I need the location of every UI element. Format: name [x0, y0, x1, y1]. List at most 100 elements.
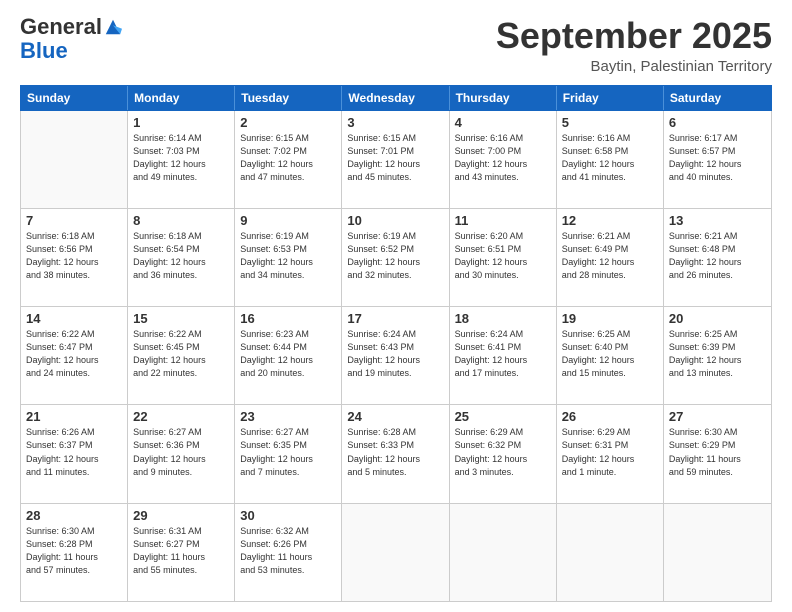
page: General Blue September 2025 Baytin, Pale… [0, 0, 792, 612]
calendar-cell [342, 504, 449, 601]
month-title: September 2025 [496, 16, 772, 56]
calendar-row-0: 1 Sunrise: 6:14 AM Sunset: 7:03 PM Daylig… [21, 111, 771, 209]
calendar-cell: 8 Sunrise: 6:18 AM Sunset: 6:54 PM Daylig… [128, 209, 235, 306]
day-number: 29 [133, 508, 229, 523]
day-info: Sunrise: 6:23 AM Sunset: 6:44 PM Dayligh… [240, 328, 336, 380]
calendar-cell [557, 504, 664, 601]
day-info: Sunrise: 6:30 AM Sunset: 6:28 PM Dayligh… [26, 525, 122, 577]
calendar-cell: 7 Sunrise: 6:18 AM Sunset: 6:56 PM Daylig… [21, 209, 128, 306]
header-day-sunday: Sunday [21, 86, 128, 110]
day-info: Sunrise: 6:22 AM Sunset: 6:47 PM Dayligh… [26, 328, 122, 380]
day-info: Sunrise: 6:27 AM Sunset: 6:36 PM Dayligh… [133, 426, 229, 478]
day-number: 28 [26, 508, 122, 523]
day-info: Sunrise: 6:27 AM Sunset: 6:35 PM Dayligh… [240, 426, 336, 478]
day-number: 26 [562, 409, 658, 424]
day-number: 3 [347, 115, 443, 130]
day-info: Sunrise: 6:24 AM Sunset: 6:43 PM Dayligh… [347, 328, 443, 380]
header-day-wednesday: Wednesday [342, 86, 449, 110]
calendar-cell: 28 Sunrise: 6:30 AM Sunset: 6:28 PM Dayli… [21, 504, 128, 601]
day-info: Sunrise: 6:32 AM Sunset: 6:26 PM Dayligh… [240, 525, 336, 577]
day-number: 7 [26, 213, 122, 228]
calendar-cell: 13 Sunrise: 6:21 AM Sunset: 6:48 PM Dayli… [664, 209, 771, 306]
day-number: 5 [562, 115, 658, 130]
calendar-cell: 4 Sunrise: 6:16 AM Sunset: 7:00 PM Daylig… [450, 111, 557, 208]
calendar-cell: 1 Sunrise: 6:14 AM Sunset: 7:03 PM Daylig… [128, 111, 235, 208]
header-day-thursday: Thursday [450, 86, 557, 110]
calendar-cell: 19Sunrise: 6:25 AM Sunset: 6:40 PM Dayli… [557, 307, 664, 404]
calendar-cell: 6 Sunrise: 6:17 AM Sunset: 6:57 PM Daylig… [664, 111, 771, 208]
day-number: 16 [240, 311, 336, 326]
day-info: Sunrise: 6:18 AM Sunset: 6:54 PM Dayligh… [133, 230, 229, 282]
header-day-monday: Monday [128, 86, 235, 110]
day-info: Sunrise: 6:19 AM Sunset: 6:52 PM Dayligh… [347, 230, 443, 282]
calendar-cell: 25 Sunrise: 6:29 AM Sunset: 6:32 PM Dayli… [450, 405, 557, 502]
logo-icon [104, 18, 122, 36]
calendar-cell [21, 111, 128, 208]
calendar-cell: 2Sunrise: 6:15 AM Sunset: 7:02 PM Daylig… [235, 111, 342, 208]
calendar-body: 1 Sunrise: 6:14 AM Sunset: 7:03 PM Daylig… [20, 111, 772, 602]
day-info: Sunrise: 6:29 AM Sunset: 6:32 PM Dayligh… [455, 426, 551, 478]
day-info: Sunrise: 6:28 AM Sunset: 6:33 PM Dayligh… [347, 426, 443, 478]
day-info: Sunrise: 6:16 AM Sunset: 7:00 PM Dayligh… [455, 132, 551, 184]
day-info: Sunrise: 6:16 AM Sunset: 6:58 PM Dayligh… [562, 132, 658, 184]
calendar-cell: 20Sunrise: 6:25 AM Sunset: 6:39 PM Dayli… [664, 307, 771, 404]
day-info: Sunrise: 6:14 AM Sunset: 7:03 PM Dayligh… [133, 132, 229, 184]
header-day-friday: Friday [557, 86, 664, 110]
calendar-cell: 10 Sunrise: 6:19 AM Sunset: 6:52 PM Dayli… [342, 209, 449, 306]
calendar-cell: 27Sunrise: 6:30 AM Sunset: 6:29 PM Dayli… [664, 405, 771, 502]
day-number: 4 [455, 115, 551, 130]
day-info: Sunrise: 6:26 AM Sunset: 6:37 PM Dayligh… [26, 426, 122, 478]
day-number: 27 [669, 409, 766, 424]
day-number: 9 [240, 213, 336, 228]
calendar-cell: 14 Sunrise: 6:22 AM Sunset: 6:47 PM Dayli… [21, 307, 128, 404]
day-info: Sunrise: 6:19 AM Sunset: 6:53 PM Dayligh… [240, 230, 336, 282]
day-number: 11 [455, 213, 551, 228]
logo-blue-text: Blue [20, 38, 68, 63]
day-number: 20 [669, 311, 766, 326]
day-number: 1 [133, 115, 229, 130]
day-number: 24 [347, 409, 443, 424]
day-number: 23 [240, 409, 336, 424]
day-info: Sunrise: 6:21 AM Sunset: 6:49 PM Dayligh… [562, 230, 658, 282]
calendar-cell: 16 Sunrise: 6:23 AM Sunset: 6:44 PM Dayli… [235, 307, 342, 404]
day-info: Sunrise: 6:20 AM Sunset: 6:51 PM Dayligh… [455, 230, 551, 282]
calendar-cell [664, 504, 771, 601]
day-info: Sunrise: 6:15 AM Sunset: 7:01 PM Dayligh… [347, 132, 443, 184]
day-number: 17 [347, 311, 443, 326]
day-number: 10 [347, 213, 443, 228]
location: Baytin, Palestinian Territory [496, 58, 772, 75]
calendar-cell: 17 Sunrise: 6:24 AM Sunset: 6:43 PM Dayli… [342, 307, 449, 404]
calendar-cell: 22 Sunrise: 6:27 AM Sunset: 6:36 PM Dayli… [128, 405, 235, 502]
day-info: Sunrise: 6:18 AM Sunset: 6:56 PM Dayligh… [26, 230, 122, 282]
day-number: 6 [669, 115, 766, 130]
day-number: 14 [26, 311, 122, 326]
calendar: SundayMondayTuesdayWednesdayThursdayFrid… [20, 85, 772, 602]
day-number: 8 [133, 213, 229, 228]
day-number: 12 [562, 213, 658, 228]
logo-general-text: General [20, 16, 102, 38]
day-number: 25 [455, 409, 551, 424]
calendar-cell: 30 Sunrise: 6:32 AM Sunset: 6:26 PM Dayli… [235, 504, 342, 601]
day-number: 18 [455, 311, 551, 326]
day-info: Sunrise: 6:31 AM Sunset: 6:27 PM Dayligh… [133, 525, 229, 577]
day-number: 13 [669, 213, 766, 228]
calendar-cell: 21 Sunrise: 6:26 AM Sunset: 6:37 PM Dayli… [21, 405, 128, 502]
day-number: 30 [240, 508, 336, 523]
day-info: Sunrise: 6:29 AM Sunset: 6:31 PM Dayligh… [562, 426, 658, 478]
calendar-row-1: 7 Sunrise: 6:18 AM Sunset: 6:56 PM Daylig… [21, 209, 771, 307]
header: General Blue September 2025 Baytin, Pale… [20, 16, 772, 75]
day-info: Sunrise: 6:21 AM Sunset: 6:48 PM Dayligh… [669, 230, 766, 282]
calendar-cell: 3 Sunrise: 6:15 AM Sunset: 7:01 PM Daylig… [342, 111, 449, 208]
day-number: 2 [240, 115, 336, 130]
day-info: Sunrise: 6:17 AM Sunset: 6:57 PM Dayligh… [669, 132, 766, 184]
day-number: 19 [562, 311, 658, 326]
day-number: 22 [133, 409, 229, 424]
calendar-cell: 5 Sunrise: 6:16 AM Sunset: 6:58 PM Daylig… [557, 111, 664, 208]
logo: General Blue [20, 16, 122, 64]
day-number: 21 [26, 409, 122, 424]
title-block: September 2025 Baytin, Palestinian Terri… [496, 16, 772, 75]
calendar-row-2: 14 Sunrise: 6:22 AM Sunset: 6:47 PM Dayli… [21, 307, 771, 405]
calendar-cell: 18Sunrise: 6:24 AM Sunset: 6:41 PM Dayli… [450, 307, 557, 404]
calendar-cell: 15Sunrise: 6:22 AM Sunset: 6:45 PM Dayli… [128, 307, 235, 404]
calendar-cell: 26 Sunrise: 6:29 AM Sunset: 6:31 PM Dayli… [557, 405, 664, 502]
